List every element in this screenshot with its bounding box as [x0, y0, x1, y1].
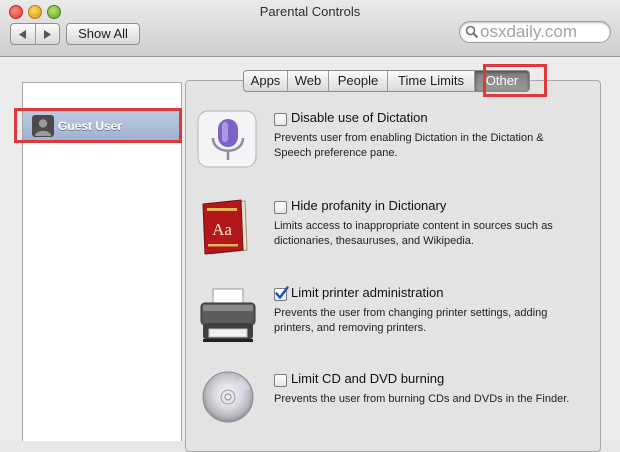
guest-user-highlight-box [14, 108, 182, 143]
back-forward-group [10, 23, 60, 45]
parental-controls-window: Parental Controls Show All osxdaily.com … [0, 0, 620, 452]
search-box [459, 21, 611, 43]
cd-dvd-checkbox[interactable] [274, 374, 287, 387]
back-arrow-icon [18, 29, 26, 39]
search-input[interactable] [480, 22, 606, 42]
dictionary-icon: Aa [202, 199, 248, 255]
title-bar: Parental Controls Show All [0, 0, 620, 57]
tab-people[interactable]: People [328, 71, 387, 91]
forward-button[interactable] [34, 24, 60, 44]
microphone-icon [197, 110, 257, 168]
tab-web[interactable]: Web [287, 71, 328, 91]
window-title: Parental Controls [259, 4, 361, 19]
back-button[interactable] [11, 24, 35, 44]
cd-icon [202, 371, 254, 423]
printer-description: Prevents the user from changing printer … [274, 307, 548, 334]
checkmark-icon [275, 286, 289, 299]
profanity-description: Limits access to inappropriate content i… [274, 220, 553, 247]
cd-dvd-label: Limit CD and DVD burning [291, 371, 445, 386]
search-icon [465, 25, 479, 39]
tab-apps[interactable]: Apps [244, 71, 287, 91]
profanity-checkbox[interactable] [274, 201, 287, 214]
show-all-button[interactable]: Show All [66, 23, 140, 45]
dictation-label: Disable use of Dictation [291, 110, 428, 125]
cd-dvd-description: Prevents the user from burning CDs and D… [274, 393, 570, 405]
dictionary-icon-text: Aa [212, 220, 232, 239]
profanity-label: Hide profanity in Dictionary [291, 198, 447, 213]
printer-icon [200, 288, 256, 342]
other-tab-highlight-box [483, 64, 547, 97]
printer-label: Limit printer administration [291, 285, 444, 300]
dictation-checkbox[interactable] [274, 113, 287, 126]
printer-checkbox[interactable] [274, 286, 289, 301]
tab-time-limits[interactable]: Time Limits [387, 71, 474, 91]
forward-arrow-icon [44, 29, 52, 39]
dictation-description: Prevents user from enabling Dictation in… [274, 132, 544, 159]
